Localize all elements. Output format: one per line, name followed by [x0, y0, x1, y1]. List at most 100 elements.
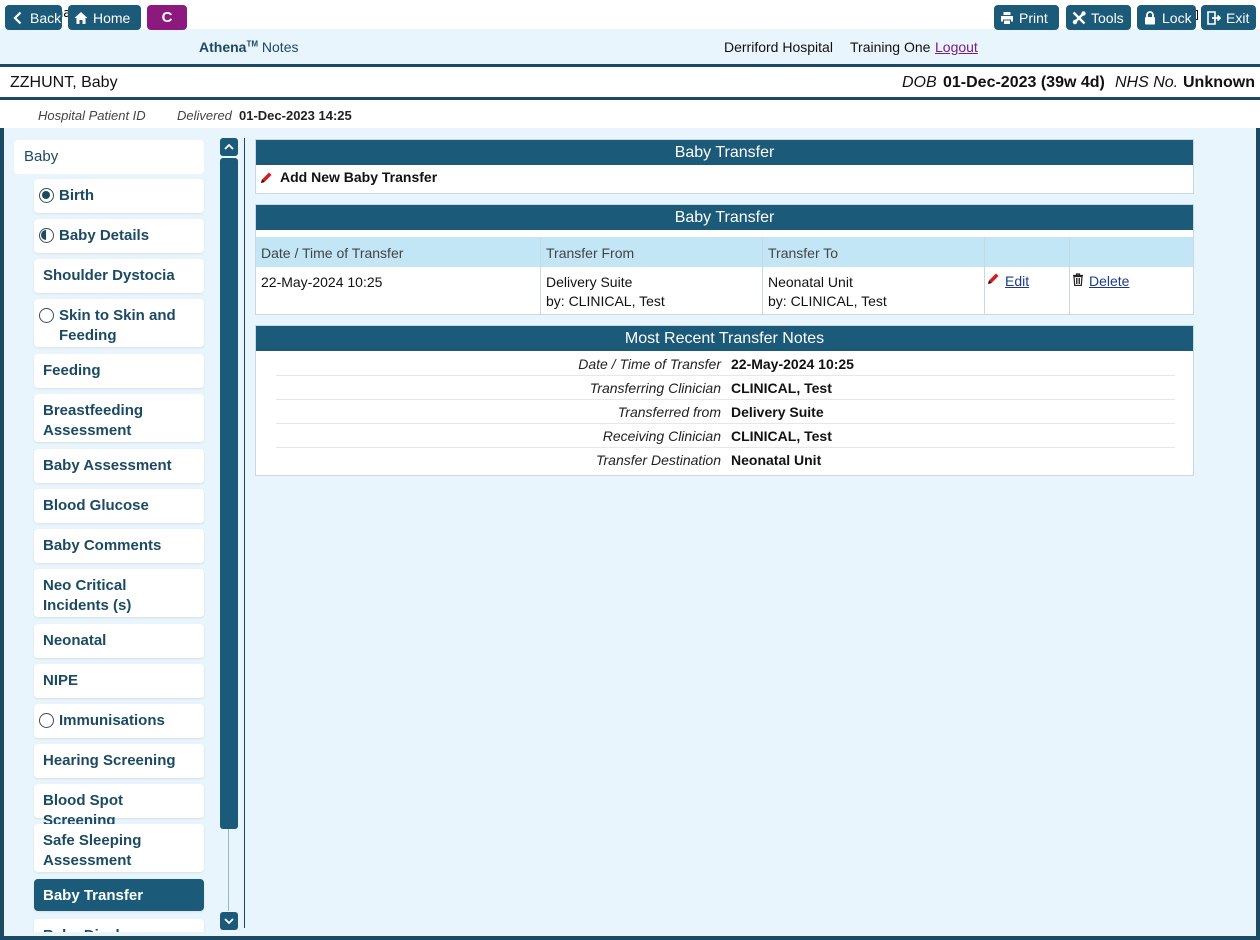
sidebar-item-baby-transfer[interactable]: Baby Transfer	[34, 879, 204, 911]
exit-button[interactable]: Exit	[1201, 5, 1256, 30]
column-divider	[540, 237, 541, 315]
note-value: Delivery Suite	[731, 404, 824, 420]
top-toolbar	[0, 29, 1260, 65]
sidebar-item-label: Breastfeeding Assessment	[43, 402, 144, 439]
column-header-to: Transfer To	[768, 245, 839, 261]
tools-button[interactable]: Tools	[1066, 5, 1131, 30]
exit-label: Exit	[1226, 9, 1250, 26]
chevron-left-icon	[13, 11, 22, 24]
sidebar-item-baby-discl[interactable]: Baby Discl	[34, 919, 204, 932]
pencil-icon	[988, 273, 999, 284]
print-button[interactable]: Print	[994, 5, 1059, 30]
tools-icon	[1072, 10, 1086, 24]
home-label: Home	[93, 9, 131, 26]
sidebar-item-hearing-screening[interactable]: Hearing Screening	[34, 744, 204, 778]
sidebar-item-label: Skin to Skin and Feeding	[59, 307, 176, 344]
column-header-datetime: Date / Time of Transfer	[261, 245, 404, 261]
patient-name: ZZHUNT, Baby	[10, 74, 118, 91]
scroll-down-button[interactable]	[220, 912, 238, 930]
note-value: Neonatal Unit	[731, 452, 822, 468]
add-panel-title: Baby Transfer	[256, 140, 1193, 165]
sidebar-item-blood-glucose[interactable]: Blood Glucose	[34, 489, 204, 523]
brand-name: Athena	[199, 39, 247, 55]
exit-icon	[1207, 10, 1221, 25]
home-icon	[74, 11, 88, 24]
column-divider	[1069, 237, 1070, 315]
sidebar-item-safe-sleeping-assessment[interactable]: Safe Sleeping Assessment	[34, 824, 204, 872]
delivered-label: Delivered	[177, 108, 232, 123]
back-label: Back	[30, 9, 62, 26]
sidebar-item-label: Safe Sleeping Assessment	[43, 832, 142, 869]
sidebar-item-label: Hearing Screening	[43, 752, 176, 769]
add-new-baby-transfer-link[interactable]: Add New Baby Transfer	[260, 169, 437, 185]
sidebar-item-baby-comments[interactable]: Baby Comments	[34, 529, 204, 563]
chevron-down-icon	[224, 918, 234, 925]
sidebar-item-shoulder-dystocia[interactable]: Shoulder Dystocia	[34, 259, 204, 293]
nhs-value: Unknown	[1183, 74, 1255, 91]
radio-empty-icon	[39, 308, 54, 323]
delivered-value: 01-Dec-2023 14:25	[239, 108, 352, 123]
note-value: 22-May-2024 10:25	[731, 356, 854, 372]
sidebar-item-birth[interactable]: Birth	[34, 179, 204, 213]
sidebar-item-baby-assessment[interactable]: Baby Assessment	[34, 449, 204, 483]
lock-button[interactable]: Lock	[1137, 5, 1196, 30]
radio-empty-icon	[39, 713, 54, 728]
sidebar-item-neonatal[interactable]: Neonatal	[34, 624, 204, 658]
sidebar-item-skin-to-skin-and-feeding[interactable]: Skin to Skin and Feeding	[34, 299, 204, 347]
note-label: Date / Time of Transfer	[578, 356, 721, 372]
sidebar-item-blood-spot-screening[interactable]: Blood Spot Screening	[34, 784, 204, 829]
sidebar-item-label: NIPE	[43, 672, 79, 689]
sidebar-item-label: Neonatal	[43, 632, 107, 649]
brand-tm: TM	[246, 39, 259, 49]
tools-label: Tools	[1091, 9, 1124, 26]
sidebar-item-label: Baby Assessment	[43, 457, 172, 474]
sidebar-item-breastfeeding-assessment[interactable]: Breastfeeding Assessment	[34, 394, 204, 442]
transfer-table-panel: Baby Transfer Date / Time of Transfer Tr…	[255, 204, 1194, 315]
printer-icon	[1001, 11, 1013, 24]
column-header-from: Transfer From	[546, 245, 635, 261]
transfer-notes-panel: Most Recent Transfer Notes Date / Time o…	[255, 325, 1194, 476]
note-row: Date / Time of Transfer 22-May-2024 10:25	[276, 352, 1175, 376]
c-button[interactable]: C	[147, 5, 187, 30]
sidebar-item-nipe[interactable]: NIPE	[34, 664, 204, 698]
sidebar-item-label: Shoulder Dystocia	[43, 267, 175, 284]
cell-to-by: by: CLINICAL, Test	[768, 293, 887, 309]
hospital-id-label: Hospital Patient ID	[38, 108, 146, 123]
cell-to: Neonatal Unit	[768, 274, 853, 290]
sidebar-item-baby-details[interactable]: Baby Details	[34, 219, 204, 253]
sidebar-scroll-rail	[228, 829, 229, 911]
edit-label: Edit	[1005, 273, 1030, 289]
sidebar-scroll-thumb[interactable]	[220, 158, 238, 829]
c-label: C	[161, 9, 173, 26]
sidebar-item-label: Immunisations	[59, 712, 165, 729]
sidebar-item-label: Baby Discl	[43, 927, 120, 932]
cell-from: Delivery Suite	[546, 274, 633, 290]
home-button[interactable]: Home	[68, 5, 141, 30]
sidebar-item-label: Baby Comments	[43, 537, 162, 554]
note-row: Transferred from Delivery Suite	[276, 400, 1175, 424]
dob-label: DOB	[902, 74, 937, 91]
pencil-icon	[261, 172, 272, 183]
sidebar-section-baby[interactable]: Baby	[14, 140, 204, 174]
add-new-label: Add New Baby Transfer	[280, 169, 438, 185]
sidebar-item-neo-critical-incidents-s[interactable]: Neo Critical Incidents (s)	[34, 569, 204, 617]
sidebar-nav: Baby Birth Baby Details Shoulder Dystocia S…	[12, 138, 208, 932]
add-transfer-panel: Baby Transfer Add New Baby Transfer	[255, 139, 1194, 194]
hospital-name: Derriford Hospital	[724, 39, 833, 55]
user-name: Training One	[850, 39, 931, 55]
scroll-up-button[interactable]	[220, 138, 238, 156]
sidebar-item-feeding[interactable]: Feeding	[34, 354, 204, 388]
app-brand: AthenaTM Notes	[199, 39, 298, 55]
note-row: Transferring Clinician CLINICAL, Test	[276, 376, 1175, 400]
lock-icon	[1145, 10, 1155, 24]
sidebar-item-immunisations[interactable]: Immunisations	[34, 704, 204, 738]
print-label: Print	[1019, 9, 1048, 26]
sidebar-item-label: Feeding	[43, 362, 101, 379]
edit-link[interactable]: Edit	[987, 273, 1029, 289]
delete-link[interactable]: Delete	[1072, 272, 1129, 289]
frame-right-edge	[1256, 128, 1260, 940]
logout-link[interactable]: Logout	[935, 39, 978, 55]
transfer-table-title: Baby Transfer	[256, 205, 1193, 230]
back-button[interactable]: Back	[5, 5, 62, 30]
radio-half-icon	[39, 228, 54, 243]
